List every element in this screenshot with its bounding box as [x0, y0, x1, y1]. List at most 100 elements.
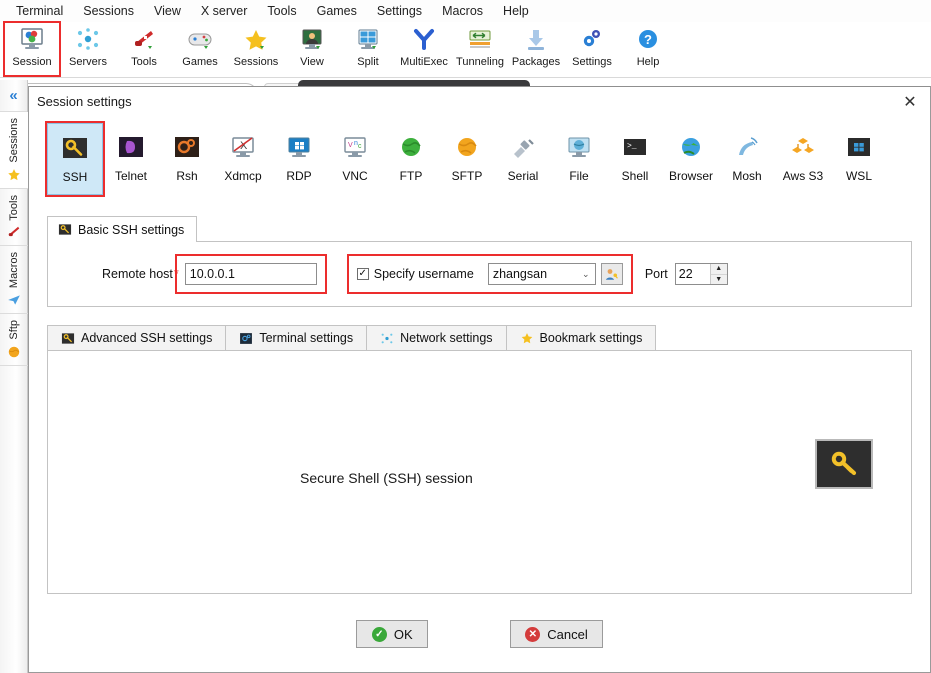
- settings-tab-strip: Advanced SSH settings Terminal settings: [47, 325, 912, 351]
- button-label: Cancel: [547, 626, 588, 642]
- close-icon[interactable]: ✕: [890, 87, 930, 115]
- tab-label: Network settings: [400, 331, 493, 345]
- toolbar-button-tools[interactable]: Tools: [116, 22, 172, 76]
- port-spin-buttons: ▲ ▼: [709, 264, 727, 284]
- toolbar-label: Settings: [572, 56, 612, 68]
- help-question-icon: ?: [635, 25, 661, 55]
- toolbar-button-settings[interactable]: Settings: [564, 22, 620, 76]
- session-type-browser[interactable]: Browser: [663, 123, 719, 195]
- session-type-label: Serial: [507, 169, 539, 183]
- session-type-ftp[interactable]: FTP: [383, 123, 439, 195]
- specify-username-highlight: ✓ Specify username ⌄: [346, 254, 633, 294]
- toolbar-button-help[interactable]: ? Help: [620, 22, 676, 76]
- menu-item-macros[interactable]: Macros: [432, 2, 493, 20]
- username-input[interactable]: [488, 264, 577, 284]
- session-type-rsh[interactable]: Rsh: [159, 123, 215, 195]
- menu-item-tools[interactable]: Tools: [257, 2, 306, 20]
- wsl-windows-icon: [844, 131, 874, 165]
- key-icon: [815, 439, 873, 489]
- toolbar-label: View: [300, 56, 324, 68]
- session-type-sftp[interactable]: SFTP: [439, 123, 495, 195]
- knife-icon: [7, 225, 21, 239]
- aws-s3-cubes-icon: [788, 131, 818, 165]
- specify-username-checkbox[interactable]: ✓: [356, 268, 369, 280]
- tab-terminal-settings[interactable]: Terminal settings: [225, 325, 368, 351]
- sidebar-collapse-button[interactable]: «: [0, 80, 27, 112]
- menu-item-games[interactable]: Games: [307, 2, 367, 20]
- settings-tab-body: Secure Shell (SSH) session: [47, 350, 912, 594]
- basic-settings-panel: Remote host * ✓ Specify username: [47, 241, 912, 307]
- menu-bar: Terminal Sessions View X server Tools Ga…: [0, 0, 931, 22]
- toolbar-button-packages[interactable]: Packages: [508, 22, 564, 76]
- menu-item-x-server[interactable]: X server: [191, 2, 258, 20]
- tab-bookmark-settings[interactable]: Bookmark settings: [505, 325, 657, 351]
- vnc-monitor-icon: V n c: [340, 131, 370, 165]
- toolbar-button-multiexec[interactable]: MultiExec: [396, 22, 452, 76]
- session-type-aws-s3[interactable]: Aws S3: [775, 123, 831, 195]
- session-type-shell[interactable]: >_ Shell: [607, 123, 663, 195]
- toolbar-label: Sessions: [233, 56, 279, 68]
- session-type-file[interactable]: File: [551, 123, 607, 195]
- session-type-mosh[interactable]: Mosh: [719, 123, 775, 195]
- session-type-vnc[interactable]: V n c VNC: [327, 123, 383, 195]
- mosh-satellite-icon: [732, 131, 762, 165]
- tab-advanced-ssh-settings[interactable]: Advanced SSH settings: [47, 325, 227, 351]
- menu-item-view[interactable]: View: [144, 2, 191, 20]
- ok-button[interactable]: ✓ OK: [356, 620, 429, 648]
- spin-down-button[interactable]: ▼: [710, 274, 727, 284]
- toolbar-button-sessions[interactable]: Sessions: [228, 22, 284, 76]
- username-combobox[interactable]: ⌄: [487, 263, 596, 285]
- key-icon: [58, 223, 72, 236]
- user-key-icon[interactable]: [600, 263, 623, 285]
- remote-host-label: Remote host: [102, 267, 173, 281]
- toolbar-button-view[interactable]: View: [284, 22, 340, 76]
- session-type-wsl[interactable]: WSL: [831, 123, 887, 195]
- sessions-star-icon: [243, 25, 269, 55]
- chevron-down-icon[interactable]: ⌄: [577, 269, 595, 280]
- toolbar-button-tunneling[interactable]: Tunneling: [452, 22, 508, 76]
- tab-network-settings[interactable]: Network settings: [366, 325, 507, 351]
- session-type-serial[interactable]: Serial: [495, 123, 551, 195]
- spin-up-button[interactable]: ▲: [710, 264, 727, 275]
- session-type-telnet[interactable]: Telnet: [103, 123, 159, 195]
- sidebar-item-label: Sessions: [8, 118, 20, 163]
- cancel-button[interactable]: ✕ Cancel: [510, 620, 603, 648]
- tab-basic-ssh-settings[interactable]: Basic SSH settings: [47, 216, 198, 242]
- sidebar-item-tools[interactable]: Tools: [0, 189, 28, 247]
- session-type-label: WSL: [845, 169, 872, 183]
- file-monitor-icon: [564, 131, 594, 165]
- sidebar-item-macros[interactable]: Macros: [0, 246, 28, 315]
- toolbar-button-split[interactable]: Split: [340, 22, 396, 76]
- toolbar-label: Servers: [69, 56, 107, 68]
- port-input[interactable]: [675, 264, 710, 284]
- star-icon: [520, 332, 534, 345]
- remote-host-input[interactable]: [184, 263, 317, 285]
- menu-item-terminal[interactable]: Terminal: [6, 2, 73, 20]
- toolbar-label: Tools: [131, 56, 157, 68]
- session-type-ssh[interactable]: SSH: [45, 121, 105, 197]
- menu-item-settings[interactable]: Settings: [367, 2, 432, 20]
- packages-download-icon: [523, 25, 549, 55]
- chevron-double-left-icon: «: [9, 87, 18, 104]
- sidebar-item-sftp[interactable]: Sftp: [0, 314, 28, 366]
- toolbar-label: Tunneling: [456, 56, 504, 68]
- session-type-label: Browser: [668, 169, 713, 183]
- port-spinner[interactable]: ▲ ▼: [674, 263, 728, 285]
- session-type-label: File: [569, 169, 589, 183]
- dialog-title: Session settings: [37, 93, 132, 109]
- toolbar-button-games[interactable]: Games: [172, 22, 228, 76]
- button-label: OK: [393, 626, 413, 642]
- dialog-title-bar: Session settings ✕: [29, 87, 930, 115]
- menu-item-sessions[interactable]: Sessions: [73, 2, 144, 20]
- star-icon: [7, 168, 21, 182]
- session-type-xdmcp[interactable]: X Xdmcp: [215, 123, 271, 195]
- toolbar-button-servers[interactable]: Servers: [60, 22, 116, 76]
- x-circle-icon: ✕: [525, 626, 541, 642]
- session-type-rdp[interactable]: RDP: [271, 123, 327, 195]
- session-type-label: Aws S3: [782, 169, 824, 183]
- shell-prompt-icon: >_: [620, 131, 650, 165]
- sidebar-item-sessions[interactable]: Sessions: [0, 112, 28, 189]
- menu-item-help[interactable]: Help: [493, 2, 539, 20]
- toolbar-button-session[interactable]: Session: [3, 21, 61, 77]
- toolbar-label: Session: [12, 56, 52, 68]
